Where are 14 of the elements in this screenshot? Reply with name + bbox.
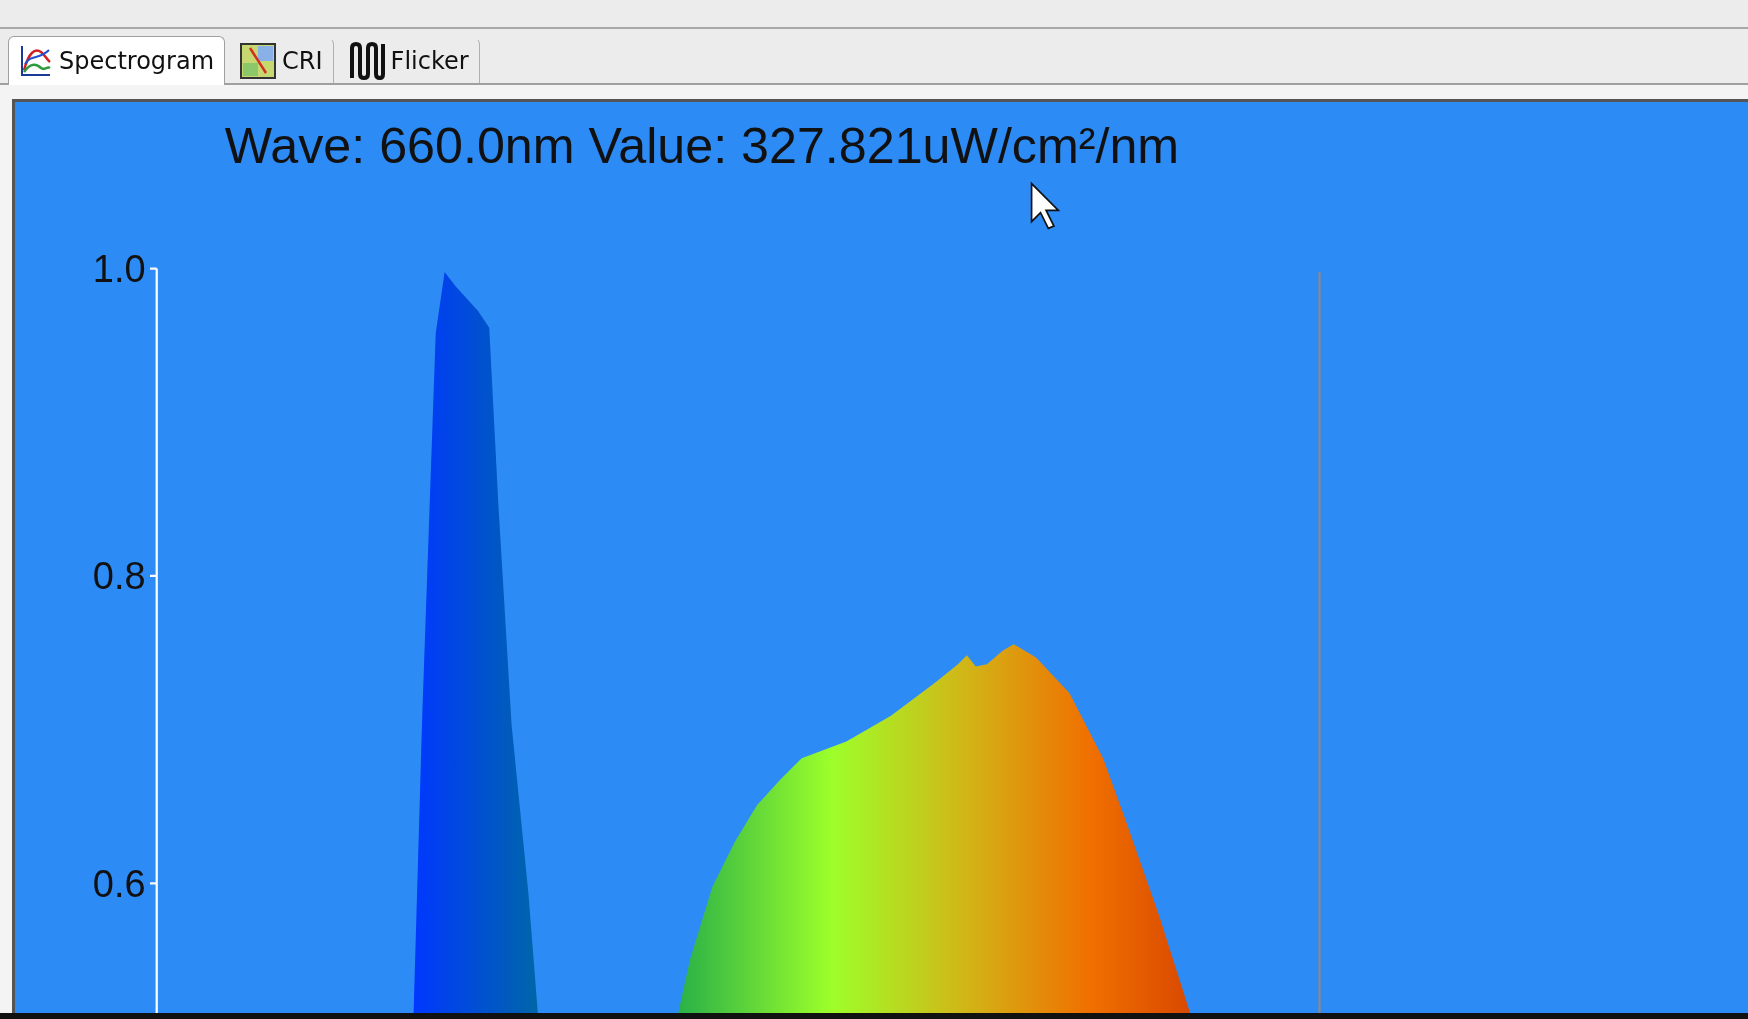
tab-label: Spectrogram — [59, 47, 215, 75]
spectrum-chart-icon — [19, 44, 53, 78]
tab-label: Flicker — [390, 47, 469, 75]
y-tick-label: 0.6 — [92, 862, 146, 905]
tab[interactable]: CRI — [229, 38, 334, 83]
mouse-pointer-icon — [1030, 181, 1061, 230]
color-grid-icon — [240, 43, 277, 79]
cursor-readout: Wave: 660.0nm Value: 327.821uW/cm²/nm — [224, 118, 1180, 175]
y-tick-label: 0.8 — [92, 555, 146, 598]
square-wave-icon — [348, 42, 385, 80]
tab[interactable]: Flicker — [337, 38, 480, 83]
tab[interactable]: Spectrogram — [8, 36, 226, 85]
y-tick-label: 1.0 — [92, 247, 146, 290]
tab-label: CRI — [282, 47, 323, 75]
